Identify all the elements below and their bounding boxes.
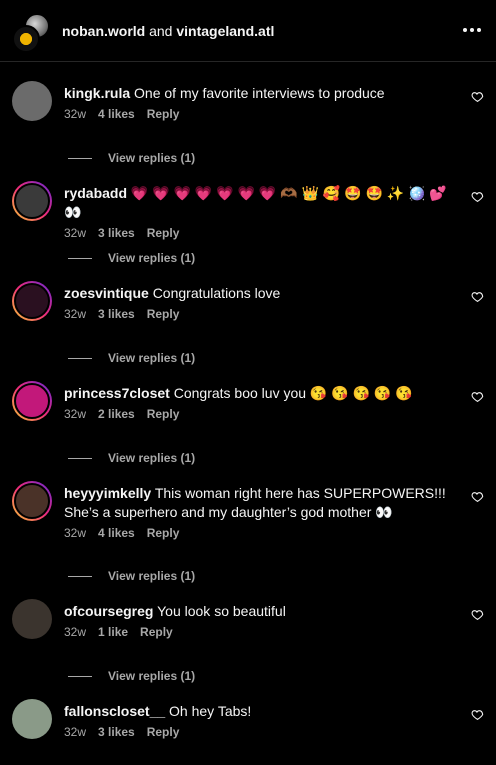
comment: rydabadd 💗 💗 💗 💗 💗 💗 💗 🫶🏾 👑 🥰 🤩 🤩 ✨ 🪩 💕 … — [0, 181, 496, 240]
view-replies-button[interactable]: View replies (1) — [68, 151, 195, 165]
comment: ofcoursegreg You look so beautiful 32w 1 l… — [0, 599, 496, 639]
view-replies-button[interactable]: View replies (1) — [68, 669, 195, 683]
author-username[interactable]: vintageland.atl — [176, 23, 274, 39]
likes-count[interactable]: 4 likes — [98, 526, 135, 540]
view-replies-label: View replies (1) — [108, 151, 196, 165]
comment-username[interactable]: princess7closet — [64, 385, 170, 401]
reply-button[interactable]: Reply — [147, 407, 180, 421]
like-heart-icon[interactable] — [471, 290, 484, 303]
avatar[interactable] — [12, 481, 52, 521]
likes-count[interactable]: 2 likes — [98, 407, 135, 421]
collab-avatars[interactable] — [12, 12, 50, 53]
avatar[interactable] — [12, 381, 52, 421]
avatar[interactable] — [12, 699, 52, 739]
like-heart-icon[interactable] — [471, 708, 484, 721]
reply-button[interactable]: Reply — [147, 307, 180, 321]
comment-text: zoesvintique Congratulations love — [64, 284, 456, 303]
view-replies-label: View replies (1) — [108, 351, 196, 365]
comment-timestamp[interactable]: 32w — [64, 407, 86, 421]
comment-username[interactable]: rydabadd — [64, 185, 127, 201]
comment: princess7closet Congrats boo luv you 😘 😘… — [0, 381, 496, 421]
view-replies-label: View replies (1) — [108, 569, 196, 583]
comment-body: Congrats boo luv you 😘 😘 😘 😘 😘 — [173, 385, 413, 401]
comment-meta: 32w 3 likes Reply — [64, 226, 456, 240]
comment-meta: 32w 3 likes Reply — [64, 307, 456, 321]
comment-meta: 32w 3 likes Reply — [64, 725, 456, 739]
comment-meta: 32w 2 likes Reply — [64, 407, 456, 421]
replies-divider — [68, 575, 92, 577]
comment-timestamp[interactable]: 32w — [64, 307, 86, 321]
like-heart-icon[interactable] — [471, 490, 484, 503]
comment-timestamp[interactable]: 32w — [64, 725, 86, 739]
replies-divider — [68, 157, 92, 159]
replies-divider — [68, 357, 92, 359]
view-replies-label: View replies (1) — [108, 669, 196, 683]
comment-text: rydabadd 💗 💗 💗 💗 💗 💗 💗 🫶🏾 👑 🥰 🤩 🤩 ✨ 🪩 💕 … — [64, 184, 456, 222]
likes-count[interactable]: 3 likes — [98, 725, 135, 739]
comment-meta: 32w 4 likes Reply — [64, 107, 456, 121]
replies-divider — [68, 457, 92, 459]
comment-username[interactable]: kingk.rula — [64, 85, 130, 101]
reply-button[interactable]: Reply — [147, 725, 180, 739]
and-text: and — [149, 22, 173, 39]
comment-username[interactable]: heyyyimkelly — [64, 485, 151, 501]
reply-button[interactable]: Reply — [140, 625, 173, 639]
comment-body: Congratulations love — [152, 285, 281, 301]
comment-username[interactable]: fallonscloset__ — [64, 703, 165, 719]
comment: fallonscloset__ Oh hey Tabs! 32w 3 likes Re… — [0, 699, 496, 739]
avatar[interactable] — [12, 281, 52, 321]
author-username[interactable]: noban.world — [62, 23, 145, 39]
reply-button[interactable]: Reply — [147, 107, 180, 121]
comment-body: Oh hey Tabs! — [169, 703, 252, 719]
like-heart-icon[interactable] — [471, 190, 484, 203]
like-heart-icon[interactable] — [471, 390, 484, 403]
replies-divider — [68, 257, 92, 259]
view-replies-label: View replies (1) — [108, 451, 196, 465]
comment-text: princess7closet Congrats boo luv you 😘 😘… — [64, 384, 456, 403]
view-replies-button[interactable]: View replies (1) — [68, 251, 195, 265]
view-replies-label: View replies (1) — [108, 251, 196, 265]
comment-text: heyyyimkelly This woman right here has S… — [64, 484, 456, 522]
likes-count[interactable]: 3 likes — [98, 226, 135, 240]
more-options-icon[interactable] — [462, 20, 482, 40]
comment-username[interactable]: ofcoursegreg — [64, 603, 153, 619]
reply-button[interactable]: Reply — [147, 226, 180, 240]
view-replies-button[interactable]: View replies (1) — [68, 569, 195, 583]
like-heart-icon[interactable] — [471, 608, 484, 621]
avatar[interactable] — [12, 599, 52, 639]
avatar[interactable] — [12, 181, 52, 221]
comment-timestamp[interactable]: 32w — [64, 625, 86, 639]
comment-text: ofcoursegreg You look so beautiful — [64, 602, 456, 621]
comment-text: kingk.rula One of my favorite interviews… — [64, 84, 456, 103]
comment-meta: 32w 1 like Reply — [64, 625, 456, 639]
likes-count[interactable]: 1 like — [98, 625, 128, 639]
likes-count[interactable]: 3 likes — [98, 307, 135, 321]
post-header: noban.world and vintageland.atl — [0, 0, 496, 62]
like-heart-icon[interactable] — [471, 90, 484, 103]
comment-timestamp[interactable]: 32w — [64, 226, 86, 240]
comment: kingk.rula One of my favorite interviews… — [0, 81, 496, 121]
view-replies-button[interactable]: View replies (1) — [68, 351, 195, 365]
comment-text: fallonscloset__ Oh hey Tabs! — [64, 702, 456, 721]
post-authors: noban.world and vintageland.atl — [62, 23, 274, 39]
comment-body: One of my favorite interviews to produce — [134, 85, 385, 101]
comment: heyyyimkelly This woman right here has S… — [0, 481, 496, 540]
comment-timestamp[interactable]: 32w — [64, 107, 86, 121]
avatar[interactable] — [12, 24, 40, 53]
comment: zoesvintique Congratulations love 32w 3 li… — [0, 281, 496, 321]
comment-body: You look so beautiful — [157, 603, 286, 619]
replies-divider — [68, 675, 92, 677]
avatar[interactable] — [12, 81, 52, 121]
reply-button[interactable]: Reply — [147, 526, 180, 540]
comment-username[interactable]: zoesvintique — [64, 285, 149, 301]
comment-meta: 32w 4 likes Reply — [64, 526, 456, 540]
view-replies-button[interactable]: View replies (1) — [68, 451, 195, 465]
likes-count[interactable]: 4 likes — [98, 107, 135, 121]
comment-timestamp[interactable]: 32w — [64, 526, 86, 540]
